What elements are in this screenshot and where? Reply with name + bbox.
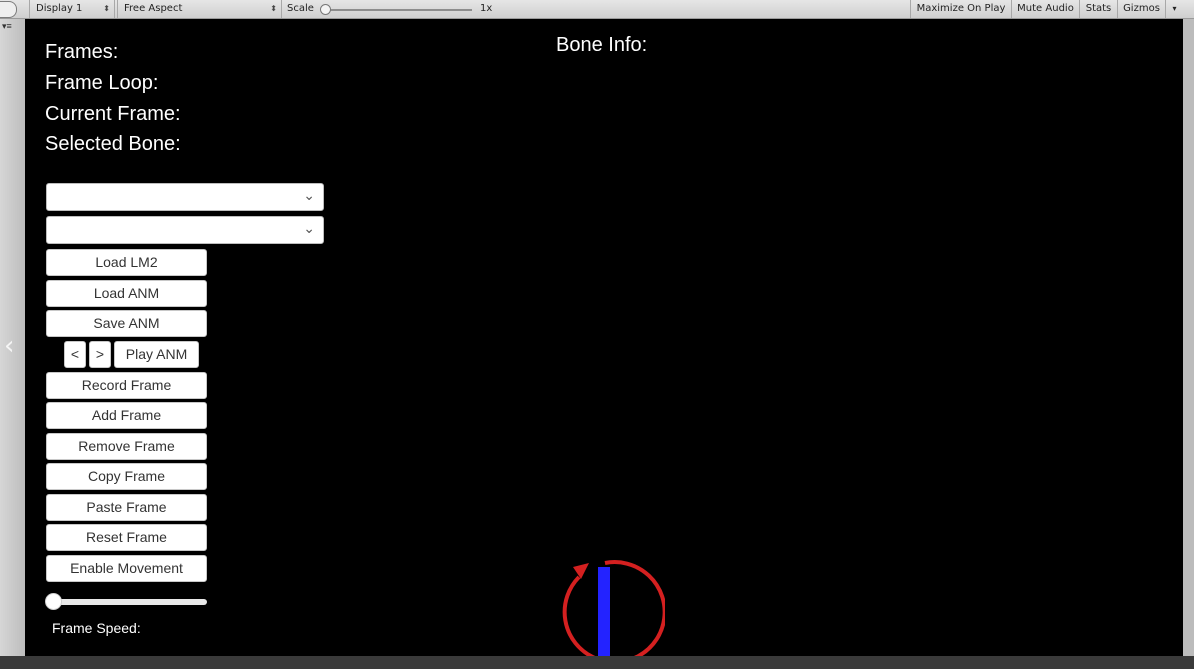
gizmos-dropdown-arrow-icon[interactable]: ▾ — [1165, 0, 1183, 18]
frame-speed-label: Frame Speed: — [52, 620, 141, 636]
maximize-on-play-button[interactable]: Maximize On Play — [910, 0, 1011, 18]
mute-audio-button[interactable]: Mute Audio — [1011, 0, 1079, 18]
enable-movement-button[interactable]: Enable Movement — [46, 555, 207, 582]
aspect-label: Free Aspect — [124, 3, 183, 14]
reset-frame-button[interactable]: Reset Frame — [46, 524, 207, 551]
stats-button[interactable]: Stats — [1079, 0, 1117, 18]
load-lm2-button[interactable]: Load LM2 — [46, 249, 207, 276]
previous-frame-button[interactable]: < — [64, 341, 86, 368]
next-frame-button[interactable]: > — [89, 341, 111, 368]
aspect-dropdown[interactable]: Free Aspect ⬍ — [117, 0, 282, 18]
scale-slider-knob[interactable] — [320, 4, 331, 15]
rotation-arrow-icon — [573, 563, 589, 579]
scale-slider-track[interactable] — [322, 9, 472, 11]
scale-label: Scale — [287, 3, 314, 14]
paste-frame-button[interactable]: Paste Frame — [46, 494, 207, 521]
frames-label: Frames: — [45, 41, 119, 63]
bone-info-label: Bone Info: — [556, 34, 648, 56]
bone-axis-bar[interactable] — [598, 567, 610, 656]
frame-speed-slider-knob[interactable] — [45, 593, 62, 610]
left-gutter: ▾≡ ‹ — [0, 19, 25, 669]
play-anm-button[interactable]: Play ANM — [114, 341, 199, 368]
rotation-gizmo[interactable] — [545, 549, 665, 656]
animation-dropdown[interactable]: ⌄ — [46, 216, 324, 244]
add-frame-button[interactable]: Add Frame — [46, 402, 207, 429]
gizmos-button[interactable]: Gizmos — [1117, 0, 1165, 18]
right-gutter — [1183, 19, 1194, 669]
bone-dropdown[interactable]: ⌄ — [46, 183, 324, 211]
collapse-chevron-icon[interactable]: ‹ — [4, 331, 14, 361]
selected-bone-label: Selected Bone: — [45, 133, 181, 155]
save-anm-button[interactable]: Save ANM — [46, 310, 207, 337]
chevron-down-icon: ⌄ — [303, 221, 315, 237]
frame-loop-label: Frame Loop: — [45, 72, 159, 94]
load-anm-button[interactable]: Load ANM — [46, 280, 207, 307]
bottom-strip — [0, 656, 1194, 669]
current-frame-label: Current Frame: — [45, 103, 181, 125]
updown-arrow-icon: ⬍ — [270, 4, 277, 13]
scale-value: 1x — [480, 3, 493, 14]
game-viewport[interactable]: Frames: Frame Loop: Current Frame: Selec… — [25, 19, 1183, 656]
copy-frame-button[interactable]: Copy Frame — [46, 463, 207, 490]
chevron-down-icon: ⌄ — [303, 188, 315, 204]
display-label: Display 1 — [36, 3, 83, 14]
game-view-toolbar: Display 1 ⬍ Free Aspect ⬍ Scale 1x Maxim… — [0, 0, 1194, 19]
remove-frame-button[interactable]: Remove Frame — [46, 433, 207, 460]
record-frame-button[interactable]: Record Frame — [46, 372, 207, 399]
display-dropdown[interactable]: Display 1 ⬍ — [29, 0, 115, 18]
menu-icon[interactable]: ▾≡ — [2, 21, 12, 32]
toolbar-options-icon[interactable] — [0, 1, 17, 18]
frame-speed-slider-track[interactable] — [53, 599, 207, 605]
updown-arrow-icon: ⬍ — [103, 4, 110, 13]
